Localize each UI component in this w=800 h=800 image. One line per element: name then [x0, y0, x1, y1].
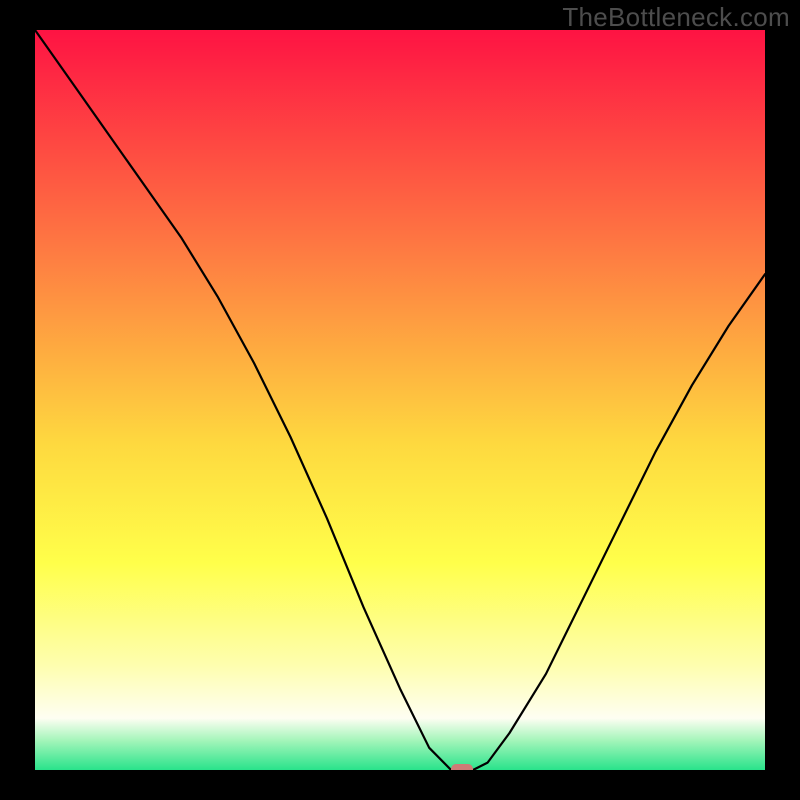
- gradient-rect: [35, 30, 765, 770]
- optimal-marker: [451, 764, 473, 770]
- plot-area: [35, 30, 765, 770]
- chart-frame: TheBottleneck.com: [0, 0, 800, 800]
- watermark-text: TheBottleneck.com: [562, 2, 790, 33]
- chart-svg: [35, 30, 765, 770]
